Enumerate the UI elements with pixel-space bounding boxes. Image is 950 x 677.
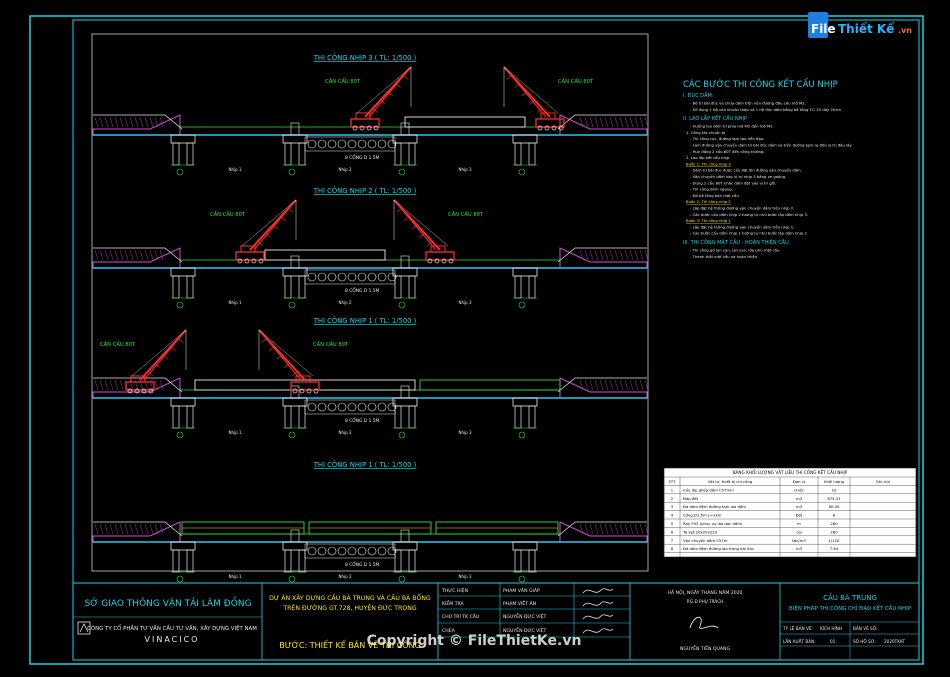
table-cell: 10 — [832, 487, 837, 492]
table-cell: m3 — [796, 496, 803, 501]
note-line: - Lắp đặt hệ thống đường vận chuyển dầm … — [690, 206, 794, 211]
note-line: - Thi công dầm ngang. — [690, 187, 733, 192]
note-line: Bước 3: Thi công nhịp 1 — [686, 218, 731, 223]
table-cell: Đáp đất — [683, 496, 699, 501]
table-cell: m3 — [796, 546, 803, 551]
table-cell: 280 — [830, 529, 838, 534]
span-label: Nhịp 3 — [459, 300, 472, 305]
table-cell: chiếc — [794, 487, 804, 492]
table-cell: 280 — [830, 521, 838, 526]
span-label: Nhịp 2 — [339, 574, 352, 579]
watermark: Copyright © FileThietKe.vn — [367, 633, 582, 649]
note-line: II. LAO LẮP KẾT CẤU NHỊP — [683, 114, 747, 122]
company-short: VINACICO — [145, 635, 200, 644]
stage-title: THI CÔNG NHỊP 3 ( TL: 1/500 ) — [313, 53, 417, 62]
director-role: P.G.Đ PHỤ TRÁCH — [687, 599, 724, 604]
meta-value: 01 — [830, 639, 836, 644]
crane-label: CẦN CẨU 80T — [100, 340, 136, 348]
crane-label: CẦN CẨU 80T — [210, 210, 246, 218]
note-line: III. THI CÔNG MẶT CẦU - HOÀN THIỆN CẦU — [683, 238, 789, 246]
crane-label: CẦN CẨU 80T — [325, 77, 361, 85]
project-road: TRÊN ĐƯỜNG GT.728, HUYỆN ĐỨC TRỌNG — [282, 603, 416, 612]
table-cell: Tà vẹt 20x20x220 — [682, 529, 718, 534]
span-label: Nhịp 3 — [459, 430, 472, 435]
notes-heading: CÁC BƯỚC THI CÔNG KẾT CẤU NHỊP — [683, 78, 838, 90]
note-line: Bước 1: Thi công nhịp 3 — [686, 161, 731, 166]
table-cell: Đá dăm đệm đường tạm lao dầm — [683, 504, 746, 509]
table-header: Ghi chú — [876, 479, 891, 484]
note-line: - Làm đường vận chuyển dầm từ bãi đúc dầ… — [690, 143, 852, 148]
note-line: I. ĐÚC DẦM: — [683, 91, 714, 99]
stage-title: THI CÔNG NHỊP 2 ( TL: 1/500 ) — [313, 186, 417, 195]
table-cell: Ray P43 (phục vụ lao dọc dầm) — [683, 521, 743, 526]
company-name: CÔNG TY CỔ PHẦN TƯ VẤN CẦU TƯ VẤN, XÂY D… — [87, 624, 257, 632]
note-line: - Các bước cẩu dầm nhịp 1 tương tự như b… — [690, 231, 808, 236]
note-line: - Dùng 2 cẩu 80T nhấc dầm đặt vào vị trí… — [690, 180, 776, 185]
span-label: Nhịp 2 — [339, 300, 352, 305]
crane-label: CẦN CẨU 80T — [558, 77, 594, 85]
cad-drawing-sheet: THI CÔNG NHỊP 3 ( TL: 1/500 )8 CỐNG D 1.… — [0, 0, 950, 677]
note-line: - Huy động 2 cẩu 80T đến công trường. — [690, 149, 765, 154]
span-label: Nhịp 1 — [229, 300, 242, 305]
note-line: - Thi công gờ lan can, lan can, lớp phủ … — [690, 248, 781, 253]
sign-date: HÀ NỘI, NGÀY THÁNG NĂM 2020 — [668, 589, 743, 596]
meta-label: TỶ LỆ BẢN VẼ: — [782, 626, 813, 631]
meta-value: KÍCH HÌNH — [820, 626, 842, 631]
note-line: - Thi công cọc, đường lạm tạo nền đạo. — [690, 136, 764, 141]
table-header: Vật tư, thiết bị chi công — [708, 479, 753, 484]
stage-title: THI CÔNG NHỊP 1 ( TL: 1/500 ) — [313, 316, 417, 325]
span-label: Nhịp 2 — [339, 430, 352, 435]
span-label: Nhịp 1 — [229, 574, 242, 579]
span-label: Nhịp 3 — [459, 574, 472, 579]
table-cell: 7.64 — [830, 546, 839, 551]
note-line: - Bố trí bãi đúc và chứa dầm trên nền đư… — [690, 101, 806, 106]
span-label: Nhịp 3 — [459, 167, 472, 172]
note-line: - Dầm từ bãi đúc được cẩu đặt lên đường … — [690, 168, 802, 173]
table-cell: 875.31 — [827, 496, 841, 501]
table-cell: Cẩu lắp ghép dầm C57mm — [683, 487, 734, 492]
crane-label: CẦN CẨU 80T — [448, 210, 484, 218]
note-line: 1. Công tác chuẩn bị — [686, 130, 725, 135]
logo-suffix: .vn — [898, 26, 912, 35]
table-cell: m3 — [796, 504, 803, 509]
meta-label: LẦN XUẤT BẢN: — [783, 639, 816, 644]
table-cell: Vận chuyển dầm C57m — [683, 538, 728, 543]
table-cell: m — [797, 521, 801, 526]
crane-label: CẦN CẨU 80T — [313, 340, 349, 348]
stage-title: THI CÔNG NHỊP 1 ( TL: 1/500 ) — [313, 460, 417, 469]
role-name: PHẠM VĂN GIÁP — [503, 587, 540, 594]
note-line: - Hướng lao dầm từ phía mố M2 đến mố M1. — [690, 124, 774, 129]
table-header: STT — [669, 479, 677, 484]
table-cell: tấn/m3 — [792, 538, 806, 543]
table-cell: cái — [796, 529, 801, 534]
span-label: Nhịp 2 — [339, 167, 352, 172]
table-cell: Đá dăm đệm đường lao trong bãi đúc — [683, 546, 754, 551]
table-cell: Đốt — [796, 513, 803, 518]
logo-text-b: Thiết Kế — [838, 22, 895, 36]
table-header: Khối lượng — [824, 479, 845, 484]
table-header: Đơn vị — [793, 479, 805, 484]
table-title: BẢNG KHỐI LƯỢNG VẬT LIỆU THI CÔNG KẾT CẤ… — [733, 469, 848, 475]
note-line: - Các bước cẩu dầm nhịp 2 tương tự như b… — [690, 212, 808, 217]
note-line: - Thanh thải mặt cầu và hoàn thiện. — [690, 254, 758, 259]
note-line: Bước 2: Thi công nhịp 2 — [686, 199, 731, 204]
note-line: - Lắp đặt hệ thống đường vận chuyển dầm … — [690, 224, 794, 229]
meta-value: 2020TKKT — [884, 639, 905, 644]
meta-label: BẢN VẼ SỐ: — [853, 626, 877, 631]
span-label: Nhịp 1 — [229, 167, 242, 172]
drawing-name: BIỆN PHÁP THI CÔNG CHỈ ĐẠO KẾT CẤU NHỊP — [789, 604, 912, 612]
logo-text-a: File — [811, 22, 836, 36]
table-cell: Cống D1.5m L=1km — [683, 513, 722, 518]
table-cell: 1/120 — [829, 538, 841, 543]
note-line: - Vận chuyển dầm vào vị trí nhịp 3 bằng … — [690, 174, 786, 179]
note-line: - Đổ bê tông bản mặt cầu. — [690, 193, 740, 198]
note-line: 2. Lao lắp kết cấu nhịp — [686, 155, 730, 160]
note-line: - Sử dụng 1 bộ ván khuôn thép và 1 hệ đú… — [690, 107, 841, 112]
quantity-table: BẢNG KHỐI LƯỢNG VẬT LIỆU THI CÔNG KẾT CẤ… — [663, 467, 917, 558]
bridge-name: CẦU BÀ TRUNG — [823, 592, 877, 602]
meta-label: SỐ HỒ SƠ: — [853, 639, 876, 644]
span-label: Nhịp 1 — [229, 430, 242, 435]
table-cell: 80.00 — [829, 504, 840, 509]
